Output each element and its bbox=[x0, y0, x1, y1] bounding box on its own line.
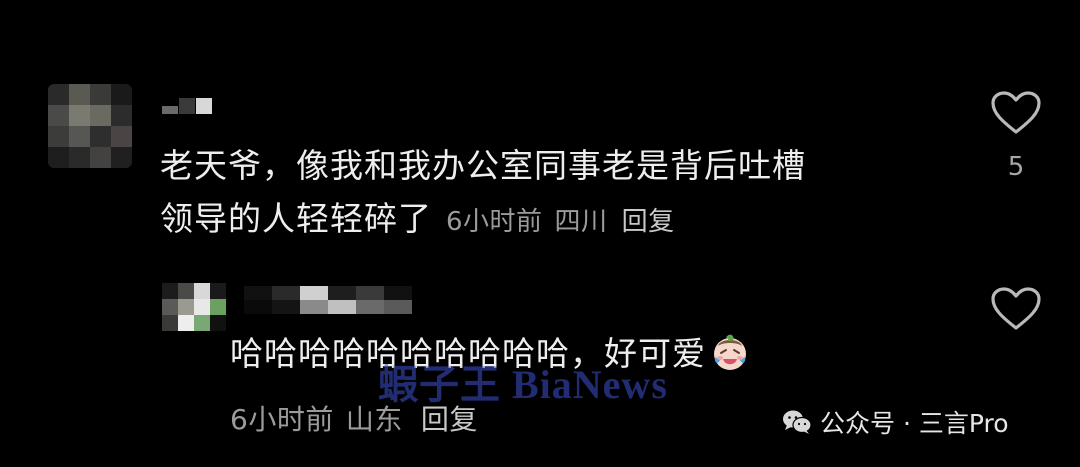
like-count: 5 bbox=[1007, 152, 1025, 182]
comment-meta: 6小时前 四川 回复 bbox=[446, 207, 675, 237]
username-blurred[interactable] bbox=[162, 98, 212, 114]
source-label: 公众号 · 三言Pro bbox=[820, 409, 1009, 438]
username-blurred[interactable] bbox=[244, 286, 412, 314]
user-avatar[interactable] bbox=[48, 84, 132, 168]
comment-time: 6小时前 bbox=[230, 403, 334, 436]
comment-location: 四川 bbox=[554, 207, 608, 237]
watermark: 蝦子王 BiaNews bbox=[378, 362, 668, 407]
heart-outline-icon[interactable] bbox=[990, 90, 1042, 136]
comment-text-line-2: 领导的人轻轻碎了 bbox=[160, 199, 432, 238]
laughing-crying-baby-emoji bbox=[714, 334, 746, 370]
wechat-icon bbox=[783, 410, 812, 434]
reply-button[interactable]: 回复 bbox=[622, 207, 675, 237]
source-footer: 公众号 · 三言Pro bbox=[782, 404, 1009, 440]
comment-time: 6小时前 bbox=[446, 207, 543, 237]
comment-text-line-1: 老天爷，像我和我办公室同事老是背后吐槽 bbox=[160, 146, 806, 185]
comment-text-line-2-row: 领导的人轻轻碎了 6小时前 四川 回复 bbox=[160, 196, 675, 245]
heart-outline-icon[interactable] bbox=[990, 286, 1042, 332]
user-avatar[interactable] bbox=[162, 283, 228, 331]
